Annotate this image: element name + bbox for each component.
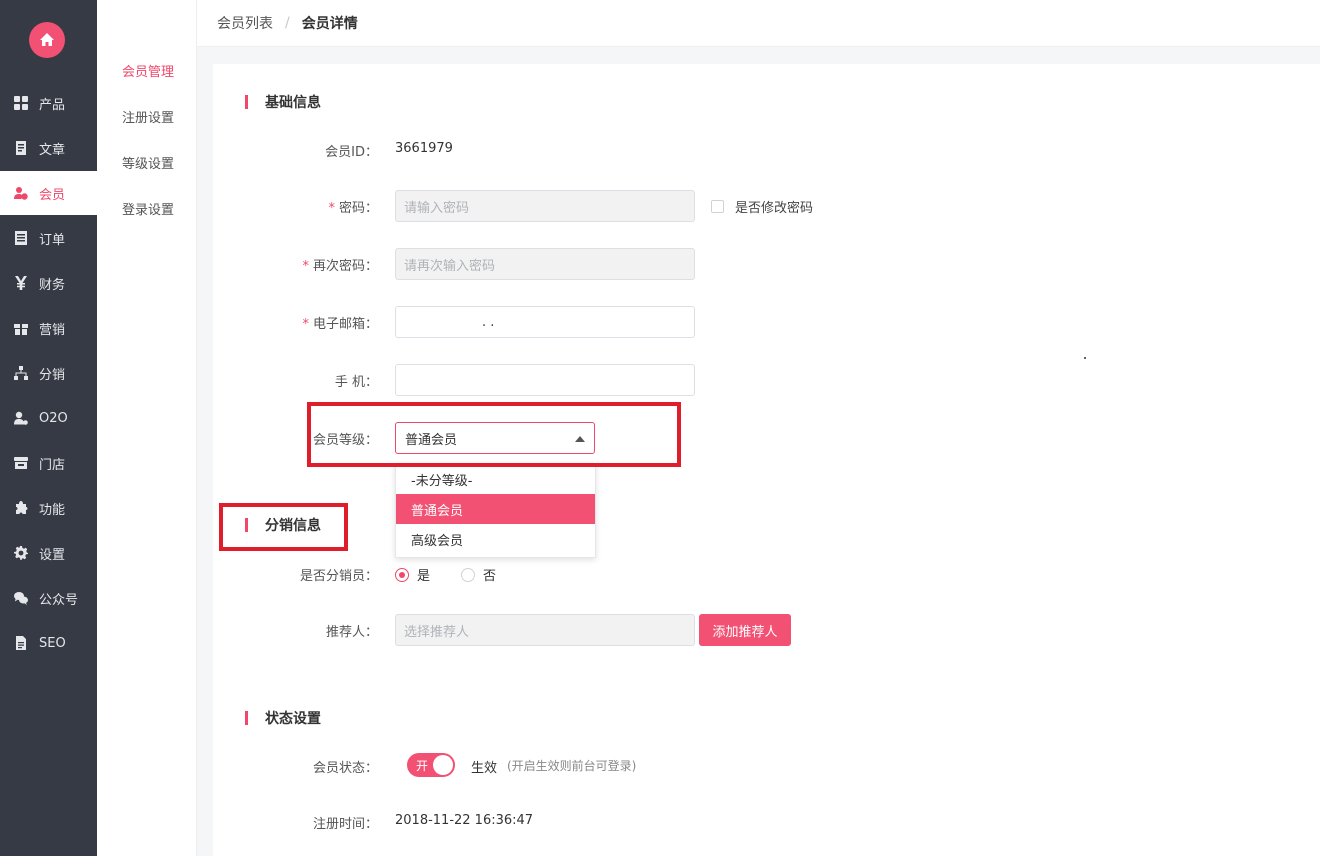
nav-item-label: 会员 <box>39 187 66 203</box>
gear-icon <box>14 546 28 560</box>
radio-no[interactable] <box>461 567 476 582</box>
repeat-password-label-text: 再次密码： <box>312 259 378 274</box>
main-sidebar: 产品 文章 会员 订单 财务 营销 分销 O2O 门店 功能 设置 公众号 SE… <box>0 0 97 856</box>
switch-knob <box>433 755 453 775</box>
nav-item-article[interactable]: 文章 <box>0 126 97 170</box>
breadcrumb-current: 会员详情 <box>301 16 358 32</box>
member-status-switch[interactable]: 开 <box>407 753 455 777</box>
section-title-basic: 基础信息 <box>245 92 321 112</box>
nav-item-settings[interactable]: 设置 <box>0 531 97 575</box>
wechat-icon <box>14 591 28 605</box>
nav-item-label: 门店 <box>39 457 66 473</box>
home-icon[interactable] <box>29 22 65 58</box>
required-mark: * <box>302 317 309 332</box>
nav-item-o2o[interactable]: O2O <box>0 396 97 440</box>
member-id-label: 会员ID： <box>325 145 378 160</box>
section-title-text: 状态设置 <box>265 711 321 727</box>
is-distributor-radio-group: 是 否 <box>395 565 496 584</box>
nav-item-label: 设置 <box>39 547 66 563</box>
required-mark: * <box>302 259 309 274</box>
add-referrer-button[interactable]: 添加推荐人 <box>699 614 791 646</box>
store-icon <box>14 456 28 470</box>
document-icon <box>14 141 28 155</box>
subnav-item-level-settings[interactable]: 等级设置 <box>122 153 174 172</box>
nav-item-label: SEO <box>39 635 66 651</box>
nav-item-wechat[interactable]: 公众号 <box>0 576 97 620</box>
section-title-status: 状态设置 <box>245 708 321 728</box>
radio-yes-label[interactable]: 是 <box>417 565 430 584</box>
password-label: * 密码： <box>218 197 378 216</box>
nav-item-label: 文章 <box>39 142 66 158</box>
status-text: 生效 <box>471 761 498 776</box>
checkbox-box[interactable] <box>711 200 724 213</box>
yen-icon <box>14 276 28 290</box>
repeat-password-label: * 再次密码： <box>218 255 378 274</box>
nav-item-label: 公众号 <box>39 592 79 608</box>
reg-time-value: 2018-11-22 16:36:47 <box>395 813 534 828</box>
phone-input[interactable] <box>395 364 695 396</box>
dropdown-option-normal[interactable]: 普通会员 <box>396 494 595 524</box>
email-label-text: 电子邮箱： <box>312 317 378 332</box>
change-password-label: 是否修改密码 <box>735 201 814 216</box>
referrer-input[interactable]: 选择推荐人 <box>395 614 695 646</box>
email-label: * 电子邮箱： <box>218 313 378 332</box>
breadcrumb: 会员列表 / 会员详情 <box>197 0 1320 47</box>
nav-item-label: 分销 <box>39 367 66 383</box>
order-icon <box>14 231 28 245</box>
nav-item-marketing[interactable]: 营销 <box>0 306 97 350</box>
member-level-dropdown: -未分等级- 普通会员 高级会员 <box>395 463 596 558</box>
dropdown-option-unleveled[interactable]: -未分等级- <box>396 464 595 494</box>
repeat-password-input[interactable]: 请再次输入密码 <box>395 248 695 280</box>
nav-item-seo[interactable]: SEO <box>0 621 97 665</box>
nav-item-label: 财务 <box>39 277 66 293</box>
nav-item-product[interactable]: 产品 <box>0 81 97 125</box>
email-input[interactable]: . . <box>395 306 695 338</box>
section-accent-bar <box>245 711 248 725</box>
nav-item-label: 营销 <box>39 322 66 338</box>
breadcrumb-member-list[interactable]: 会员列表 <box>217 13 273 33</box>
stray-dot <box>1084 357 1086 359</box>
status-hint: (开启生效则前台可登录) <box>507 759 637 773</box>
user-pin-icon <box>14 411 28 425</box>
nav-item-member[interactable]: 会员 <box>0 171 97 215</box>
switch-label: 开 <box>416 758 429 773</box>
nav-item-store[interactable]: 门店 <box>0 441 97 485</box>
dropdown-option-senior[interactable]: 高级会员 <box>396 524 595 554</box>
required-mark: * <box>328 201 335 216</box>
member-icon <box>14 186 28 200</box>
radio-no-label[interactable]: 否 <box>483 565 496 584</box>
nav-item-label: O2O <box>39 410 68 426</box>
referrer-label: 推荐人： <box>325 625 378 640</box>
member-id-value: 3661979 <box>395 141 453 156</box>
highlight-box-member-level <box>307 402 681 467</box>
subnav-item-member-manage[interactable]: 会员管理 <box>122 61 174 80</box>
reg-time-label: 注册时间： <box>312 817 378 832</box>
member-status-label: 会员状态： <box>312 761 378 776</box>
nav-item-label: 功能 <box>39 502 66 518</box>
nav-item-order[interactable]: 订单 <box>0 216 97 260</box>
subnav-item-login-settings[interactable]: 登录设置 <box>122 199 174 218</box>
radio-yes[interactable] <box>395 567 409 582</box>
change-password-checkbox[interactable]: 是否修改密码 <box>711 197 813 216</box>
nav-item-label: 产品 <box>39 97 66 113</box>
is-distributor-label: 是否分销员： <box>299 569 378 584</box>
subnav-item-register-settings[interactable]: 注册设置 <box>122 107 174 126</box>
password-label-text: 密码： <box>338 201 378 216</box>
puzzle-icon <box>14 501 28 515</box>
section-title-text: 基础信息 <box>265 95 321 111</box>
sub-sidebar: 会员管理 注册设置 等级设置 登录设置 <box>97 0 197 856</box>
phone-label: 手 机： <box>334 375 378 390</box>
grid-icon <box>14 96 28 110</box>
password-input[interactable]: 请输入密码 <box>395 190 695 222</box>
sitemap-icon <box>14 366 28 380</box>
nav-item-finance[interactable]: 财务 <box>0 261 97 305</box>
file-icon <box>14 636 28 650</box>
nav-item-label: 订单 <box>39 232 66 248</box>
gift-icon <box>14 321 28 335</box>
breadcrumb-separator: / <box>285 15 290 31</box>
nav-item-function[interactable]: 功能 <box>0 486 97 530</box>
section-accent-bar <box>245 95 248 109</box>
highlight-box-distribution-title <box>219 503 348 551</box>
nav-item-distribution[interactable]: 分销 <box>0 351 97 395</box>
